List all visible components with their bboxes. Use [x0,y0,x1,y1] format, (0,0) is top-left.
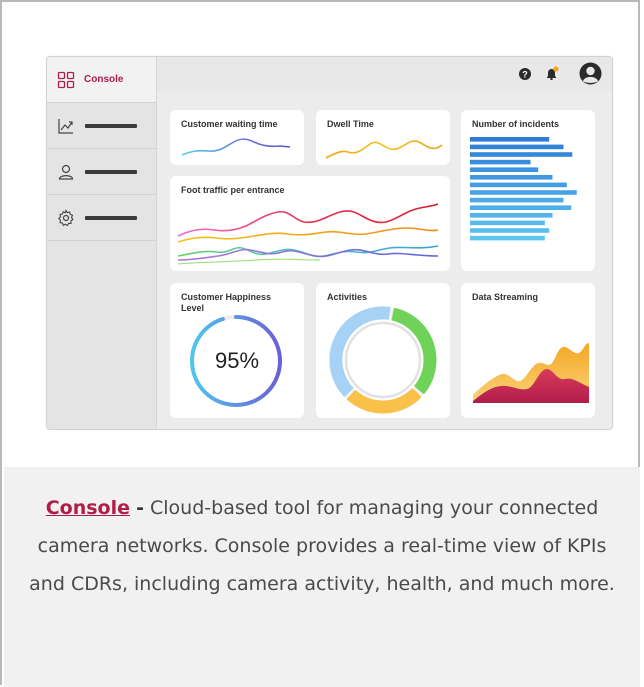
trend-icon [58,119,73,134]
incident-bar [470,235,545,241]
waiting-time-sparkline [181,138,291,156]
sidebar-item-analytics[interactable] [47,103,156,149]
sidebar-item-placeholder [85,124,137,128]
card-foot-traffic[interactable]: Foot traffic per entrance [170,176,450,271]
incident-bar [470,190,577,195]
caption-separator: - [136,497,144,519]
sidebar-item-console[interactable]: Console [47,57,156,103]
incident-bar [470,182,567,188]
feature-frame: Console ? Customer waiting time Dwell Ti… [0,0,640,687]
happiness-value: 95% [214,348,260,373]
card-activities[interactable]: Activities [316,283,450,418]
incident-bar [470,152,573,157]
incident-bar [470,220,545,226]
sidebar-item-label: Console [84,74,124,85]
gear-icon [58,209,74,227]
caption-box: Console - Cloud-based tool for managing … [4,467,640,687]
incident-bar [470,159,531,165]
svg-text:?: ? [522,69,528,79]
sidebar-item-users[interactable] [47,149,156,195]
incident-bar [470,213,553,218]
incident-bar [470,167,539,172]
caption-text: Console - Cloud-based tool for managing … [24,489,620,603]
help-icon[interactable]: ? [519,68,531,80]
incident-bar [470,197,564,203]
incident-bar [470,144,564,150]
user-icon [58,164,74,180]
card-customer-happiness[interactable]: Customer Happiness Level 95% [170,283,304,418]
notification-bell-icon[interactable] [545,66,559,80]
incidents-bar-chart [470,137,577,241]
data-streaming-area-chart [473,343,589,403]
incident-bar [470,175,553,180]
card-number-of-incidents[interactable]: Number of incidents [461,110,595,271]
sidebar-item-placeholder [85,170,137,174]
topbar: ? [157,57,612,91]
sidebar-item-placeholder [85,216,137,220]
sidebar: Console [47,57,157,429]
card-dwell-time[interactable]: Dwell Time [316,110,450,165]
card-data-streaming[interactable]: Data Streaming [461,283,595,418]
foot-traffic-line-chart [177,203,439,265]
incident-bar [470,228,550,233]
incident-bar [470,205,572,210]
activities-donut [329,306,437,414]
grid-icon [57,71,75,89]
incident-bar [470,137,550,142]
card-customer-waiting-time[interactable]: Customer waiting time [170,110,304,165]
sidebar-item-settings[interactable] [47,195,156,241]
dwell-time-sparkline [325,140,443,159]
console-dashboard-preview: Console ? Customer waiting time Dwell Ti… [46,56,613,430]
console-link[interactable]: Console [46,497,130,519]
avatar-icon[interactable] [579,62,602,85]
